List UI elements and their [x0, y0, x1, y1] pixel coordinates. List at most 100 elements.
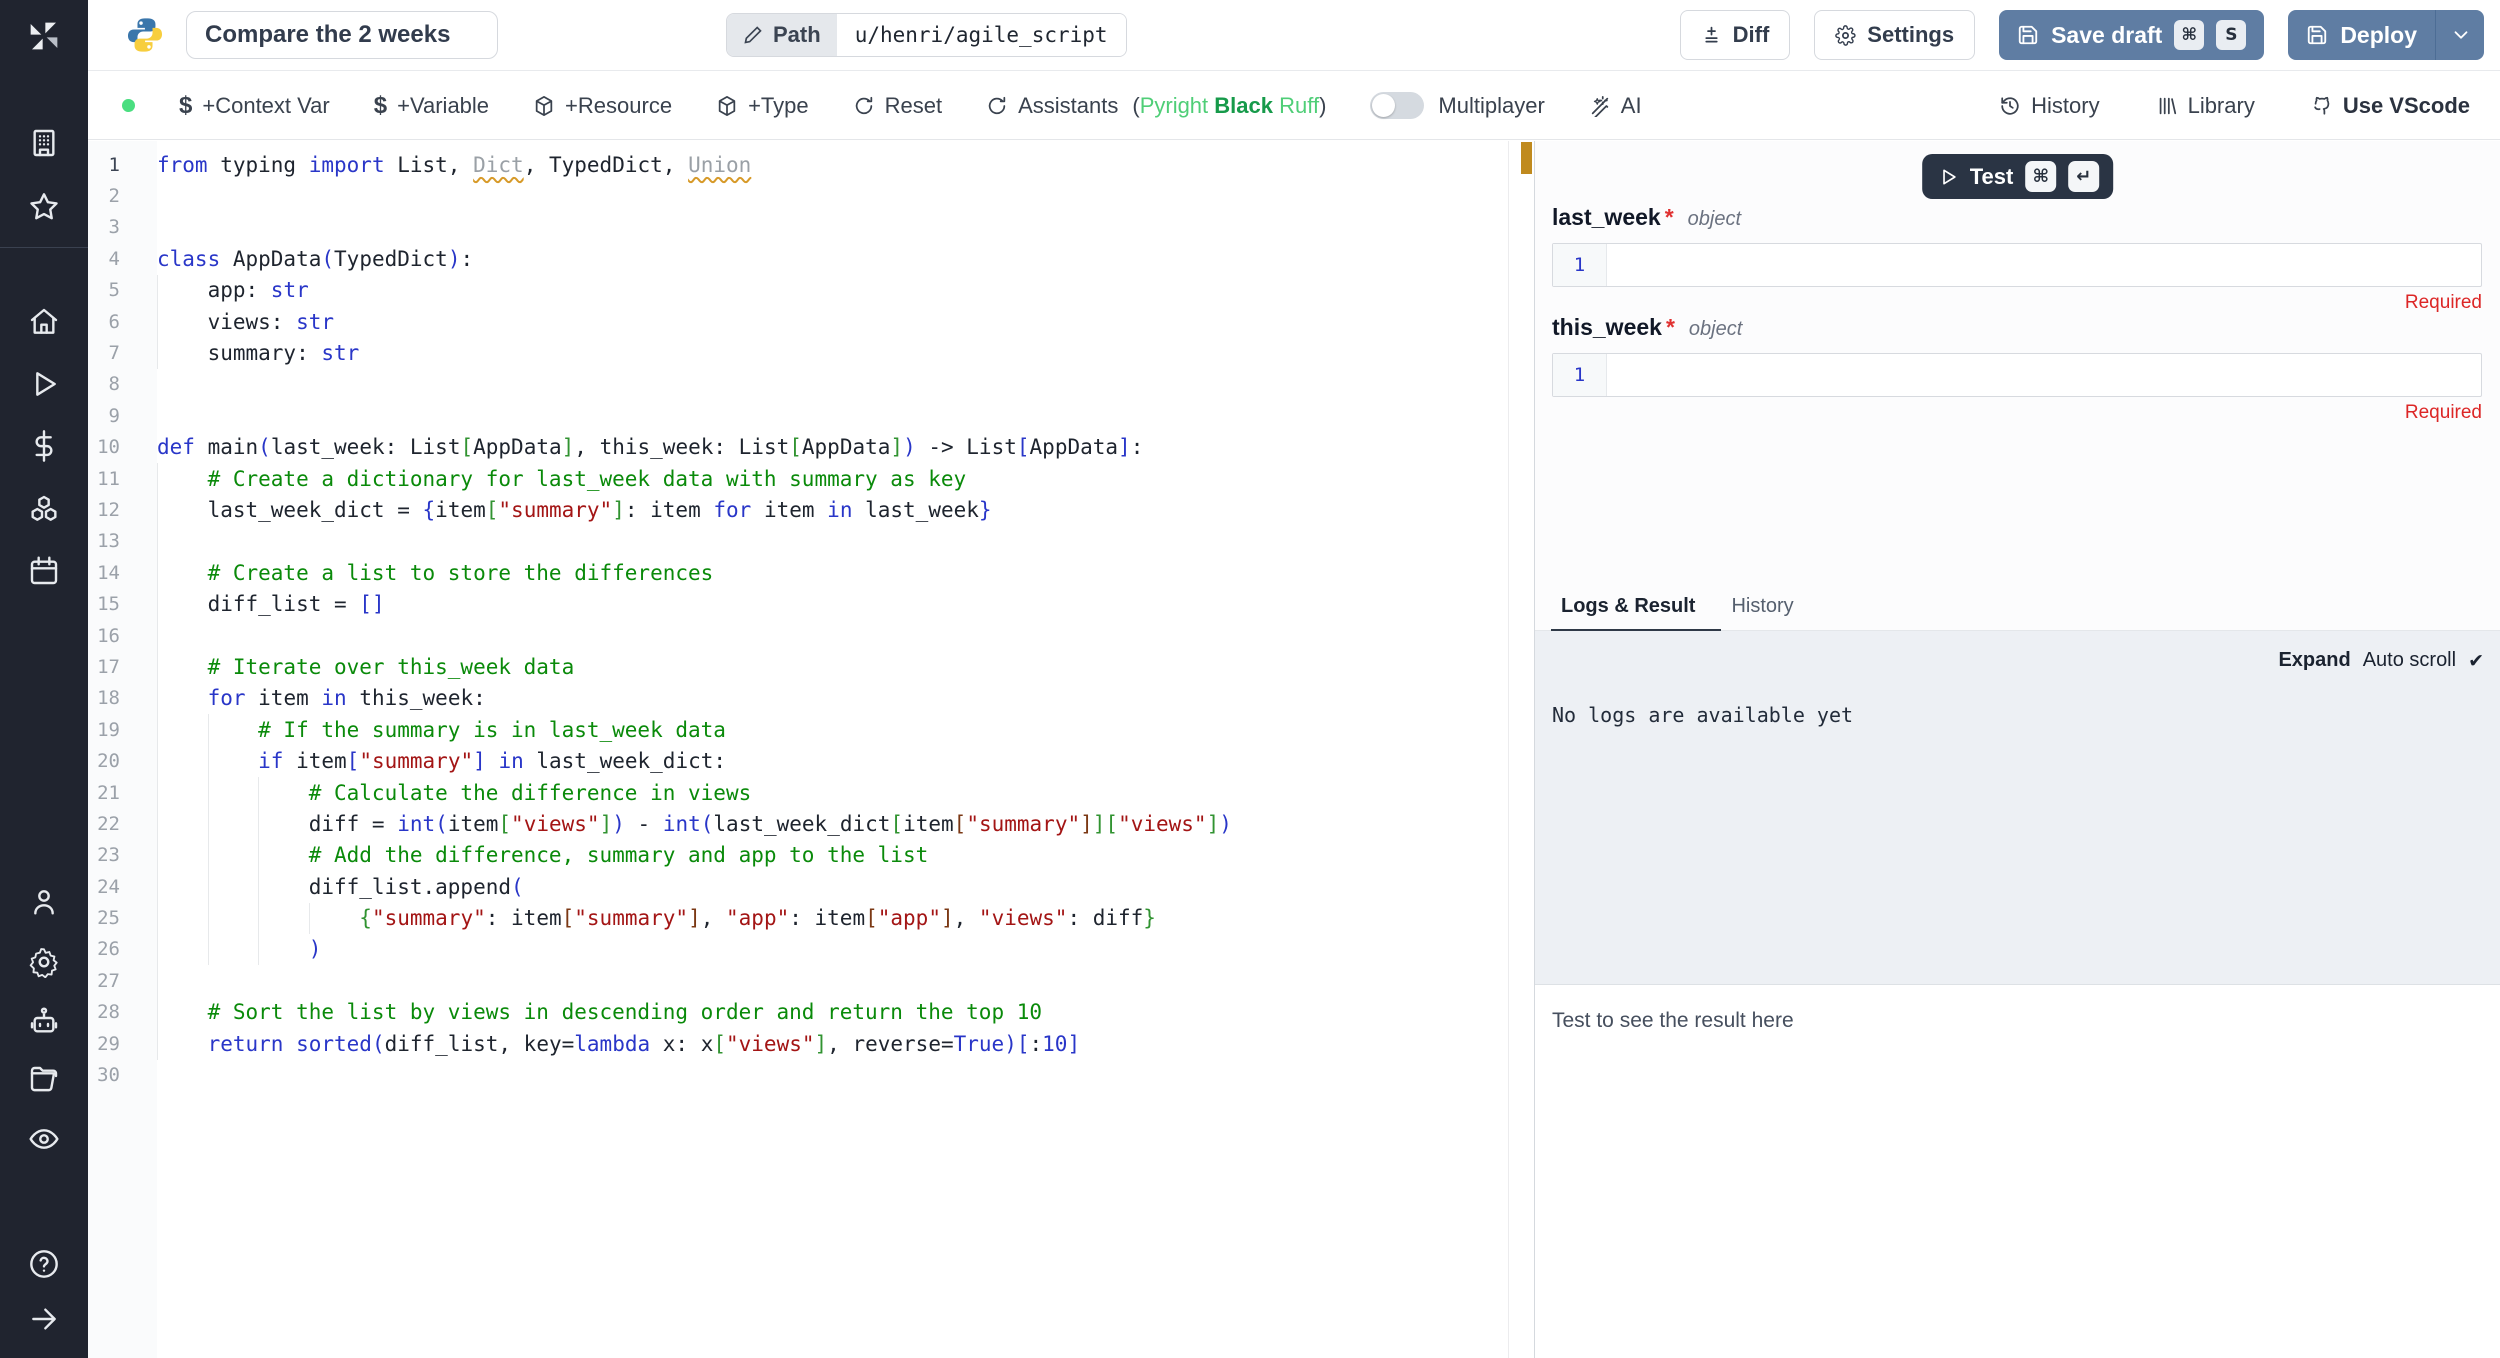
code-line[interactable]: 24 diff_list.append( — [88, 871, 1534, 902]
code-line[interactable]: 27 — [88, 965, 1534, 996]
code-line[interactable]: 10def main(last_week: List[AppData], thi… — [88, 432, 1534, 463]
code-line[interactable]: 14 # Create a list to store the differen… — [88, 557, 1534, 588]
cubes-icon[interactable] — [28, 493, 60, 525]
vscode-cat-icon — [2311, 95, 2333, 117]
windmill-logo-icon[interactable] — [28, 20, 60, 52]
diff-button[interactable]: Diff — [1680, 10, 1791, 60]
use-vscode-button[interactable]: Use VScode — [2311, 93, 2470, 119]
building-icon[interactable] — [28, 127, 60, 159]
code-lines[interactable]: 1from typing import List, Dict, TypedDic… — [88, 149, 1534, 1091]
history-button[interactable]: History — [1999, 93, 2099, 119]
code-line[interactable]: 21 # Calculate the difference in views — [88, 777, 1534, 808]
code-line[interactable]: 20 if item["summary"] in last_week_dict: — [88, 745, 1534, 776]
wand-icon — [1589, 95, 1611, 117]
robot-icon[interactable] — [28, 1006, 60, 1038]
indent-guide — [157, 275, 158, 369]
code-line[interactable]: 2 — [88, 180, 1534, 211]
multiplayer-toggle[interactable] — [1370, 92, 1424, 119]
calendar-icon[interactable] — [28, 555, 60, 587]
line-number: 2 — [88, 185, 157, 207]
code-line[interactable]: 19 # If the summary is in last_week data — [88, 714, 1534, 745]
code-line[interactable]: 18 for item in this_week: — [88, 683, 1534, 714]
code-line[interactable]: 15 diff_list = [] — [88, 588, 1534, 619]
library-button[interactable]: Library — [2156, 93, 2255, 119]
code-line[interactable]: 7 summary: str — [88, 337, 1534, 368]
code-line[interactable]: 5 app: str — [88, 275, 1534, 306]
path-edit-button[interactable]: Path — [727, 14, 837, 56]
autoscroll-toggle[interactable]: Auto scroll — [2363, 649, 2456, 672]
code-line[interactable]: 4class AppData(TypedDict): — [88, 243, 1534, 274]
required-star: * — [1665, 204, 1674, 231]
settings-button[interactable]: Settings — [1814, 10, 1975, 60]
pencil-icon — [743, 25, 763, 45]
code-line[interactable]: 28 # Sort the list by views in descendin… — [88, 997, 1534, 1028]
code-line[interactable]: 29 return sorted(diff_list, key=lambda x… — [88, 1028, 1534, 1059]
code-line[interactable]: 1from typing import List, Dict, TypedDic… — [88, 149, 1534, 180]
history-icon — [1999, 95, 2021, 117]
code-line[interactable]: 9 — [88, 400, 1534, 431]
arg-json-input[interactable]: 1 — [1552, 243, 2482, 287]
tab-logs-result[interactable]: Logs & Result — [1551, 595, 1721, 630]
required-star: * — [1666, 314, 1675, 341]
add-variable-button[interactable]: $ +Variable — [374, 92, 489, 120]
code-line[interactable]: 6 views: str — [88, 306, 1534, 337]
code-line-text: from typing import List, Dict, TypedDict… — [157, 153, 1534, 177]
chevron-down-icon[interactable] — [2450, 24, 2472, 46]
home-icon[interactable] — [28, 306, 60, 338]
code-line[interactable]: 11 # Create a dictionary for last_week d… — [88, 463, 1534, 494]
dollar-icon: $ — [374, 92, 387, 120]
code-line-text: {"summary": item["summary"], "app": item… — [157, 906, 1534, 930]
user-icon[interactable] — [28, 886, 60, 918]
gear-icon[interactable] — [28, 946, 60, 978]
path-value[interactable]: u/henri/agile_script — [837, 14, 1126, 56]
line-number: 19 — [88, 719, 157, 741]
json-input-line[interactable] — [1607, 354, 2481, 396]
code-editor[interactable]: 1from typing import List, Dict, TypedDic… — [88, 141, 1534, 1358]
arrow-right-icon[interactable] — [28, 1303, 60, 1335]
arg-type: object — [1689, 318, 1742, 341]
folder-icon[interactable] — [28, 1064, 60, 1096]
gear-icon — [1835, 25, 1856, 46]
code-line[interactable]: 12 last_week_dict = {item["summary"]: it… — [88, 494, 1534, 525]
star-icon[interactable] — [28, 191, 60, 223]
tab-history[interactable]: History — [1721, 595, 1819, 630]
code-line[interactable]: 25 {"summary": item["summary"], "app": i… — [88, 902, 1534, 933]
code-line-text: diff = int(item["views"]) - int(last_wee… — [157, 812, 1534, 836]
line-number: 9 — [88, 405, 157, 427]
json-input-line[interactable] — [1607, 244, 2481, 286]
expand-button[interactable]: Expand — [2278, 649, 2350, 672]
code-line[interactable]: 30 — [88, 1059, 1534, 1090]
required-hint: Required — [1552, 402, 2482, 424]
reset-button[interactable]: Reset — [853, 93, 942, 119]
eye-icon[interactable] — [28, 1123, 60, 1155]
code-line[interactable]: 22 diff = int(item["views"]) - int(last_… — [88, 808, 1534, 839]
assistants-button[interactable]: Assistants — [986, 93, 1118, 119]
save-draft-button[interactable]: Save draft ⌘ S — [1999, 10, 2264, 60]
code-line[interactable]: 26 ) — [88, 934, 1534, 965]
toggle-knob — [1372, 94, 1395, 117]
test-button[interactable]: Test ⌘ ↵ — [1922, 154, 2114, 199]
add-context-var-button[interactable]: $ +Context Var — [179, 92, 330, 120]
code-line[interactable]: 13 — [88, 526, 1534, 557]
indent-guide — [258, 777, 259, 965]
add-type-button[interactable]: +Type — [716, 93, 809, 119]
code-line[interactable]: 17 # Iterate over this_week data — [88, 651, 1534, 682]
play-icon[interactable] — [28, 368, 60, 400]
indent-guide — [208, 714, 209, 965]
kbd-s: S — [2216, 20, 2246, 50]
arg-json-input[interactable]: 1 — [1552, 353, 2482, 397]
assistants-langs: (Pyright Black Ruff) — [1132, 93, 1326, 119]
add-resource-button[interactable]: +Resource — [533, 93, 672, 119]
line-number: 7 — [88, 342, 157, 364]
code-line[interactable]: 8 — [88, 369, 1534, 400]
code-line[interactable]: 3 — [88, 212, 1534, 243]
script-title-input[interactable]: Compare the 2 weeks — [186, 11, 498, 59]
help-icon[interactable] — [28, 1248, 60, 1280]
ai-button[interactable]: AI — [1589, 93, 1642, 119]
deploy-button[interactable]: Deploy — [2288, 10, 2484, 60]
dollar-icon[interactable] — [28, 430, 60, 462]
code-line[interactable]: 16 — [88, 620, 1534, 651]
save-icon — [2017, 24, 2039, 46]
code-line[interactable]: 23 # Add the difference, summary and app… — [88, 840, 1534, 871]
line-number: 12 — [88, 499, 157, 521]
